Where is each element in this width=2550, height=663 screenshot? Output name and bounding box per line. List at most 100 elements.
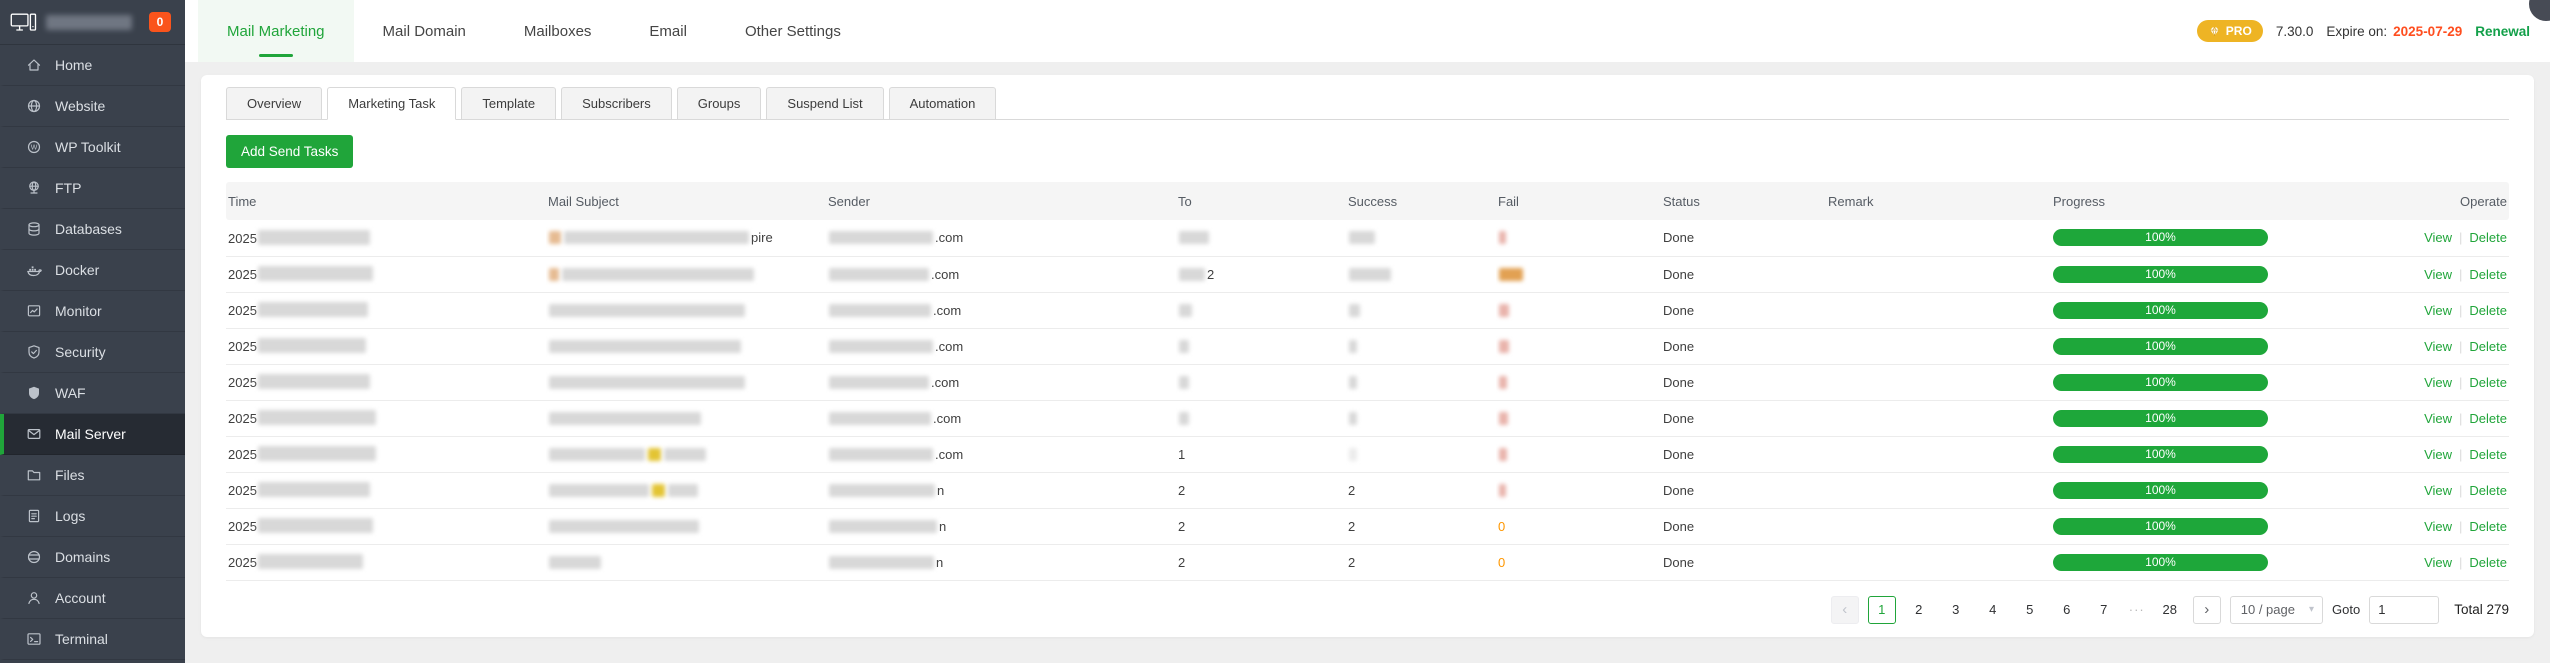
cell-remark — [1826, 256, 2051, 292]
tab-automation[interactable]: Automation — [889, 87, 997, 120]
cell-progress: 100% — [2051, 256, 2381, 292]
top-tab-other-settings[interactable]: Other Settings — [716, 0, 870, 62]
pagination-page-button[interactable]: 6 — [2053, 596, 2081, 624]
pagination-page-button[interactable]: 5 — [2016, 596, 2044, 624]
cell-success — [1346, 220, 1496, 256]
view-link[interactable]: View — [2424, 483, 2452, 498]
delete-link[interactable]: Delete — [2469, 411, 2507, 426]
sidebar-item-monitor[interactable]: Monitor — [0, 291, 185, 332]
pagination-page-button[interactable]: 3 — [1942, 596, 1970, 624]
sidebar-item-logs[interactable]: Logs — [0, 496, 185, 537]
pagination-page-button[interactable]: 7 — [2090, 596, 2118, 624]
pagination-next-button[interactable]: › — [2193, 596, 2221, 624]
cell-operate: View|Delete — [2381, 292, 2509, 328]
view-link[interactable]: View — [2424, 303, 2452, 318]
top-tab-mail-marketing[interactable]: Mail Marketing — [198, 0, 354, 62]
server-selector[interactable]: 0 — [0, 0, 185, 45]
top-tab-email[interactable]: Email — [620, 0, 716, 62]
pagination-page-button[interactable]: 28 — [2156, 596, 2184, 624]
redacted-text — [258, 230, 370, 245]
view-link[interactable]: View — [2424, 267, 2452, 282]
pagination-prev-button[interactable]: ‹ — [1831, 596, 1859, 624]
redacted-text — [668, 484, 698, 497]
cell-status: Done — [1661, 544, 1826, 580]
tab-groups[interactable]: Groups — [677, 87, 762, 120]
add-send-tasks-button[interactable]: Add Send Tasks — [226, 135, 353, 168]
view-link[interactable]: View — [2424, 555, 2452, 570]
sidebar-item-databases[interactable]: Databases — [0, 209, 185, 250]
view-link[interactable]: View — [2424, 375, 2452, 390]
delete-link[interactable]: Delete — [2469, 447, 2507, 462]
op-divider: | — [2459, 483, 2462, 498]
redacted-text — [1499, 268, 1523, 281]
delete-link[interactable]: Delete — [2469, 339, 2507, 354]
mail-marketing-card: OverviewMarketing TaskTemplateSubscriber… — [201, 75, 2534, 637]
tab-overview[interactable]: Overview — [226, 87, 322, 120]
redacted-text — [1499, 412, 1508, 425]
cell-operate: View|Delete — [2381, 544, 2509, 580]
col-subject: Mail Subject — [546, 182, 826, 220]
cell-sender: .com — [826, 256, 1176, 292]
view-link[interactable]: View — [2424, 519, 2452, 534]
subtabs: OverviewMarketing TaskTemplateSubscriber… — [226, 87, 2509, 120]
sidebar-item-terminal[interactable]: Terminal — [0, 619, 185, 660]
pagination-ellipsis[interactable]: ··· — [2127, 602, 2147, 617]
pagination-page-button[interactable]: 4 — [1979, 596, 2007, 624]
tab-template[interactable]: Template — [461, 87, 556, 120]
sidebar-item-label: Files — [55, 467, 85, 483]
top-tab-mail-domain[interactable]: Mail Domain — [354, 0, 495, 62]
cell-text: 2025 — [228, 411, 257, 426]
tab-suspend-list[interactable]: Suspend List — [766, 87, 883, 120]
cell-operate: View|Delete — [2381, 436, 2509, 472]
notification-badge[interactable]: 0 — [149, 12, 171, 32]
top-tab-mailboxes[interactable]: Mailboxes — [495, 0, 621, 62]
cell-status: Done — [1661, 292, 1826, 328]
delete-link[interactable]: Delete — [2469, 483, 2507, 498]
pagination-page-button[interactable]: 2 — [1905, 596, 1933, 624]
cell-progress: 100% — [2051, 544, 2381, 580]
sidebar-item-security[interactable]: Security — [0, 332, 185, 373]
main-content: OverviewMarketing TaskTemplateSubscriber… — [185, 62, 2550, 663]
delete-link[interactable]: Delete — [2469, 267, 2507, 282]
delete-link[interactable]: Delete — [2469, 230, 2507, 245]
tasks-table: TimeMail SubjectSenderToSuccessFailStatu… — [226, 182, 2509, 581]
sidebar-item-domains[interactable]: Domains — [0, 537, 185, 578]
sidebar-item-mail-server[interactable]: Mail Server — [0, 414, 185, 455]
cell-text: 2025 — [228, 375, 257, 390]
col-fail: Fail — [1496, 182, 1661, 220]
sidebar-item-wp-toolkit[interactable]: WWP Toolkit — [0, 127, 185, 168]
goto-input[interactable] — [2369, 596, 2439, 624]
view-link[interactable]: View — [2424, 230, 2452, 245]
sidebar-item-home[interactable]: Home — [0, 45, 185, 86]
redacted-text — [829, 556, 934, 569]
cell-text: 2025 — [228, 483, 257, 498]
col-operate: Operate — [2381, 182, 2509, 220]
redacted-text — [549, 340, 741, 353]
redacted-text — [1499, 448, 1507, 461]
tab-subscribers[interactable]: Subscribers — [561, 87, 672, 120]
tab-marketing-task[interactable]: Marketing Task — [327, 87, 456, 120]
delete-link[interactable]: Delete — [2469, 303, 2507, 318]
sidebar-item-docker[interactable]: Docker — [0, 250, 185, 291]
delete-link[interactable]: Delete — [2469, 519, 2507, 534]
sidebar-item-website[interactable]: Website — [0, 86, 185, 127]
sidebar-item-account[interactable]: Account — [0, 578, 185, 619]
page-size-select[interactable]: 10 / page ▾ — [2230, 596, 2323, 624]
redacted-text — [549, 268, 559, 281]
sidebar-item-ftp[interactable]: FTP — [0, 168, 185, 209]
cell-text: n — [939, 519, 946, 534]
pagination-page-button[interactable]: 1 — [1868, 596, 1896, 624]
view-link[interactable]: View — [2424, 339, 2452, 354]
cell-to — [1176, 220, 1346, 256]
cell-time: 2025 — [226, 472, 546, 508]
cell-fail — [1496, 400, 1661, 436]
redacted-text — [549, 520, 699, 533]
view-link[interactable]: View — [2424, 411, 2452, 426]
delete-link[interactable]: Delete — [2469, 375, 2507, 390]
delete-link[interactable]: Delete — [2469, 555, 2507, 570]
redacted-text — [549, 556, 601, 569]
renewal-link[interactable]: Renewal — [2475, 24, 2530, 39]
view-link[interactable]: View — [2424, 447, 2452, 462]
sidebar-item-waf[interactable]: WAF — [0, 373, 185, 414]
sidebar-item-files[interactable]: Files — [0, 455, 185, 496]
